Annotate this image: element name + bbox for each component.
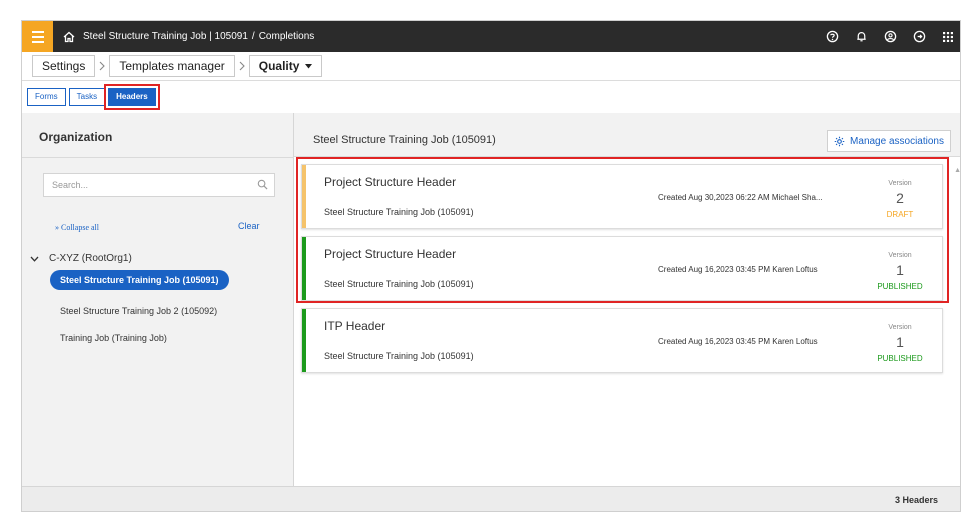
apps-grid-icon[interactable] xyxy=(940,29,956,45)
tab-headers[interactable]: Headers xyxy=(104,83,160,110)
collapse-all-link[interactable]: » Collapse all xyxy=(55,223,99,232)
breadcrumb-separator: / xyxy=(251,31,255,42)
tree-root-node[interactable]: C-XYZ (RootOrg1) xyxy=(27,253,132,264)
app-window: Steel Structure Training Job | 105091/ Co… xyxy=(21,20,961,512)
top-bar: Steel Structure Training Job | 105091/ Co… xyxy=(22,21,960,52)
search-placeholder: Search... xyxy=(52,180,89,190)
headers-footer: 3 Headers xyxy=(294,486,960,511)
scroll-up-icon[interactable]: ▲ xyxy=(954,167,960,174)
version-label: Version xyxy=(888,180,912,187)
version-label: Version xyxy=(888,252,912,259)
header-card-meta: Created Aug 16,2023 03:45 PM Karen Loftu… xyxy=(658,265,818,274)
user-icon[interactable] xyxy=(882,29,898,45)
job-title[interactable]: Steel Structure Training Job | 105091 xyxy=(83,31,248,42)
header-card-title: ITP Header xyxy=(324,319,386,333)
chevron-right-icon xyxy=(235,61,249,71)
header-list: ▲ Project Structure Header Steel Structu… xyxy=(294,157,960,485)
version-label: Version xyxy=(888,324,912,331)
headers-panel: Steel Structure Training Job (105091) Ma… xyxy=(294,113,960,511)
tree-item-steel-structure-training-job-2[interactable]: Steel Structure Training Job 2 (105092) xyxy=(60,306,217,316)
status-badge: DRAFT xyxy=(886,210,914,219)
template-type-tabs: Forms Tasks Headers xyxy=(22,81,960,112)
header-card[interactable]: ITP Header Steel Structure Training Job … xyxy=(301,308,943,373)
header-card-subtitle: Steel Structure Training Job (105091) xyxy=(324,351,474,361)
version-number: 1 xyxy=(896,334,904,350)
header-card[interactable]: Project Structure Header Steel Structure… xyxy=(301,164,943,229)
section-title[interactable]: Completions xyxy=(259,31,315,42)
tab-tasks[interactable]: Tasks xyxy=(68,87,106,106)
breadcrumb-quality-dropdown[interactable]: Quality xyxy=(248,55,323,77)
organization-panel: Organization Search... » Collapse all Cl… xyxy=(22,113,294,511)
gear-icon xyxy=(834,136,845,147)
clear-link[interactable]: Clear xyxy=(238,221,260,231)
caret-down-icon xyxy=(305,63,313,69)
tab-forms[interactable]: Forms xyxy=(27,87,66,106)
home-icon[interactable] xyxy=(55,31,83,43)
organization-title: Organization xyxy=(39,130,113,144)
chevron-down-icon[interactable] xyxy=(27,256,41,262)
logout-icon[interactable] xyxy=(911,29,927,45)
manage-associations-label: Manage associations xyxy=(850,135,944,147)
tree-item-steel-structure-training-job[interactable]: Steel Structure Training Job (105091) xyxy=(50,270,229,290)
manage-associations-button[interactable]: Manage associations xyxy=(827,130,951,152)
version-number: 2 xyxy=(896,190,904,206)
breadcrumb-quality-label: Quality xyxy=(258,59,300,73)
header-card-subtitle: Steel Structure Training Job (105091) xyxy=(324,207,474,217)
status-stripe xyxy=(302,237,306,300)
header-card-meta: Created Aug 16,2023 03:45 PM Karen Loftu… xyxy=(658,337,818,346)
header-card-subtitle: Steel Structure Training Job (105091) xyxy=(324,279,474,289)
status-stripe xyxy=(302,165,306,228)
tree-item-training-job[interactable]: Training Job (Training Job) xyxy=(60,333,167,343)
headers-count: 3 Headers xyxy=(894,495,938,505)
status-badge: PUBLISHED xyxy=(877,354,923,363)
search-input[interactable]: Search... xyxy=(43,173,275,197)
header-card-title: Project Structure Header xyxy=(324,175,457,189)
status-stripe xyxy=(302,309,306,372)
breadcrumb: Settings Templates manager Quality xyxy=(22,52,960,81)
panel-title: Steel Structure Training Job (105091) xyxy=(313,134,496,146)
breadcrumb-settings[interactable]: Settings xyxy=(32,55,96,77)
breadcrumb-templates-manager[interactable]: Templates manager xyxy=(109,55,235,77)
header-card-meta: Created Aug 30,2023 06:22 AM Michael Sha… xyxy=(658,193,823,202)
divider xyxy=(22,157,294,158)
bell-icon[interactable] xyxy=(853,29,869,45)
left-footer xyxy=(22,486,294,511)
job-breadcrumb: Steel Structure Training Job | 105091/ Co… xyxy=(83,31,314,42)
header-card[interactable]: Project Structure Header Steel Structure… xyxy=(301,236,943,301)
status-badge: PUBLISHED xyxy=(877,282,923,291)
search-icon[interactable] xyxy=(257,179,268,192)
chevron-right-icon xyxy=(95,61,109,71)
header-card-title: Project Structure Header xyxy=(324,247,457,261)
headers-panel-header: Steel Structure Training Job (105091) Ma… xyxy=(294,113,960,157)
tree-root-label: C-XYZ (RootOrg1) xyxy=(49,253,132,264)
hamburger-menu-icon[interactable] xyxy=(22,21,53,52)
top-icons xyxy=(824,21,956,52)
version-number: 1 xyxy=(896,262,904,278)
help-icon[interactable] xyxy=(824,29,840,45)
